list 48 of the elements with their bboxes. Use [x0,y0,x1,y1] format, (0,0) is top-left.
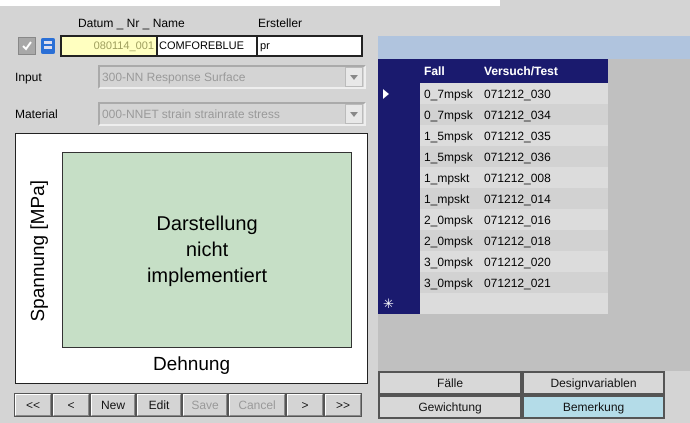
table-cell: 071212_020 [484,251,608,272]
nav-button[interactable]: Edit [137,394,181,416]
x-axis-label: Dehnung [152,354,230,376]
table-cell: 071212_034 [484,104,608,125]
table-cell: 1_mpskt [420,188,484,209]
table-cell: 071212_021 [484,272,608,293]
table-cell: 071212_035 [484,125,608,146]
nav-button[interactable]: >> [325,394,361,416]
table-cell: 1_5mpsk [420,125,484,146]
table-cell: 1_mpskt [420,167,484,188]
placeholder-message: Darstellung nicht implementiert [146,212,268,289]
checkbox[interactable] [18,37,36,55]
table-cell: 0_7mpsk [420,83,484,104]
table-cell: 3_0mpsk [420,251,484,272]
table-cell: 071212_014 [484,188,608,209]
field-label: Input [15,70,43,84]
column-label: Ersteller [258,16,302,30]
column-header: Fall [423,63,446,80]
table-cell: 0_7mpsk [420,104,484,125]
tab[interactable]: Gewichtung [378,395,522,419]
caret-icon [350,74,358,80]
database-icon[interactable] [40,37,56,55]
caret-icon [350,112,358,116]
table-cell: 071212_018 [484,230,608,251]
column-header: Versuch/Test [484,63,559,80]
tab[interactable]: Fälle [378,371,522,395]
nav-button[interactable]: < [53,394,89,416]
field-label: Material [15,107,59,121]
tab[interactable]: Designvariablen [522,371,665,395]
new-row-marker[interactable]: ✳ [378,293,420,314]
check-icon [20,39,34,53]
table-cell: 071212_036 [484,146,608,167]
y-axis-label: Spannung [MPa] [28,180,50,322]
table-cell: 071212_016 [484,209,608,230]
column-label: Datum _ Nr _ Name [78,16,185,30]
table-cell: 3_0mpsk [420,272,484,293]
table-cell: 071212_030 [484,83,608,104]
nav-button[interactable]: << [15,394,51,416]
table-cell: 2_0mpsk [420,230,484,251]
table-cell: 1_5mpsk [420,146,484,167]
current-row-icon [383,88,389,98]
nav-button[interactable]: > [287,394,323,416]
name-field[interactable]: COMFOREBLUE [158,35,258,57]
table-cell: 071212_008 [484,167,608,188]
nav-button[interactable]: New [91,394,135,416]
creator-field[interactable]: pr [258,35,363,57]
tab[interactable]: Bemerkung [522,395,665,419]
table-cell: 2_0mpsk [420,209,484,230]
